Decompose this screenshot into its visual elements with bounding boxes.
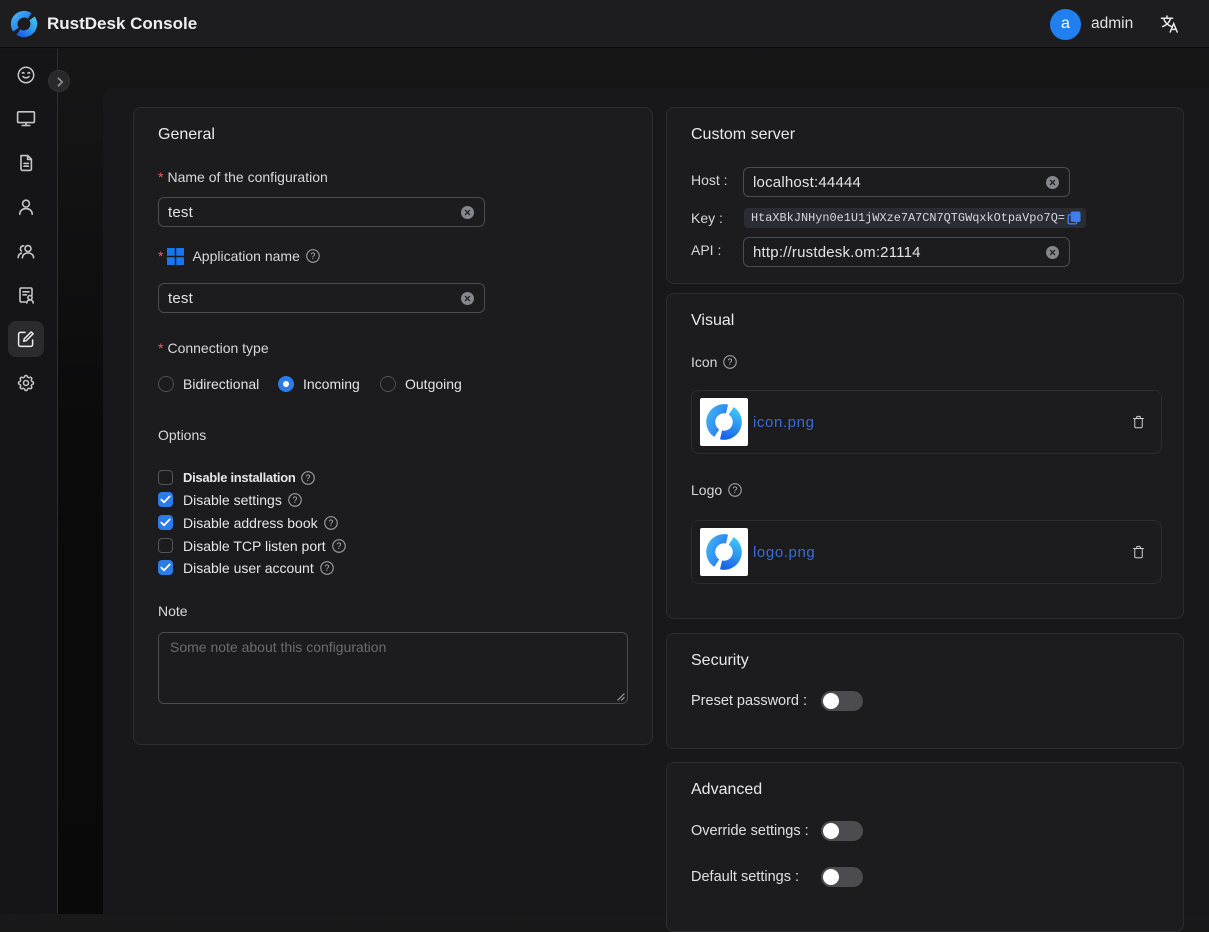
svg-text:?: ? — [310, 251, 315, 261]
svg-text:?: ? — [733, 485, 738, 495]
svg-text:?: ? — [292, 495, 297, 505]
svg-text:?: ? — [324, 563, 329, 573]
svg-text:?: ? — [336, 541, 341, 551]
svg-text:?: ? — [328, 518, 333, 528]
svg-text:?: ? — [306, 473, 311, 483]
svg-text:?: ? — [728, 357, 733, 367]
